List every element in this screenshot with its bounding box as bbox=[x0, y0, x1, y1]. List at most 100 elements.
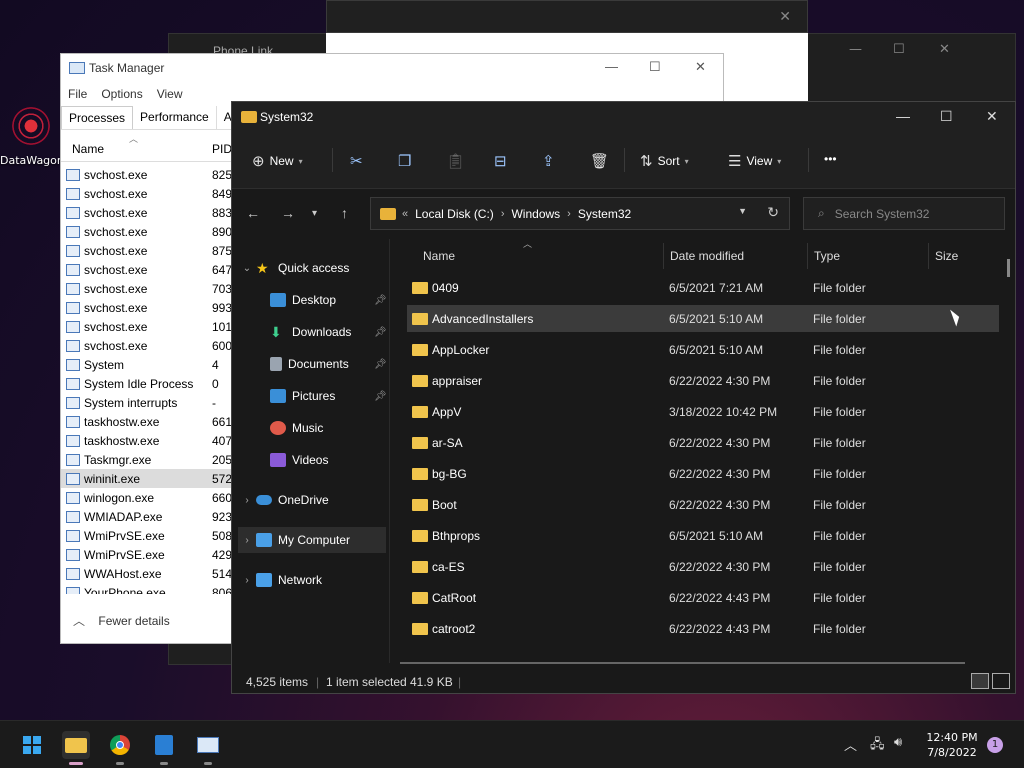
file-row[interactable]: AdvancedInstallers 6/5/2021 5:10 AM File f… bbox=[407, 305, 999, 332]
sort-button[interactable]: ⇅ Sort ▾ bbox=[640, 152, 689, 170]
process-row[interactable]: WMIADAP.exe 923 bbox=[61, 507, 235, 526]
column-divider[interactable] bbox=[928, 243, 929, 269]
tab-processes[interactable]: Processes bbox=[61, 106, 134, 129]
nav-music[interactable]: Music bbox=[270, 415, 388, 441]
process-row[interactable]: YourPhone.exe 806 bbox=[61, 583, 235, 594]
nav-quick-access[interactable]: ⌄ ★ Quick access bbox=[238, 255, 388, 281]
menu-file[interactable]: File bbox=[68, 87, 87, 101]
process-row[interactable]: taskhostw.exe 661 bbox=[61, 412, 235, 431]
column-divider[interactable] bbox=[807, 243, 808, 269]
column-name[interactable]: Name bbox=[423, 249, 455, 263]
view-button[interactable]: ☰ View ▾ bbox=[728, 152, 781, 170]
fewer-details-button[interactable]: ︿ Fewer details bbox=[73, 612, 170, 629]
minimize-icon[interactable]: — bbox=[849, 42, 862, 57]
close-icon[interactable]: ✕ bbox=[779, 9, 791, 25]
pin-icon[interactable]: 📌︎ bbox=[374, 327, 387, 338]
desktop-icon-datawagon[interactable]: DataWagon bbox=[0, 104, 64, 174]
file-row[interactable]: CatRoot 6/22/2022 4:43 PM File folder bbox=[407, 584, 999, 611]
process-row[interactable]: svchost.exe 890 bbox=[61, 222, 235, 241]
file-row[interactable]: Bthprops 6/5/2021 5:10 AM File folder bbox=[407, 522, 999, 549]
menu-options[interactable]: Options bbox=[101, 87, 142, 101]
pin-icon[interactable]: 📌︎ bbox=[374, 295, 387, 306]
tab-performance[interactable]: Performance bbox=[133, 106, 217, 129]
background-window-titlebar[interactable]: ✕ bbox=[326, 0, 808, 33]
process-row[interactable]: wininit.exe 572 bbox=[61, 469, 235, 488]
file-row[interactable]: AppV 3/18/2022 10:42 PM File folder bbox=[407, 398, 999, 425]
breadcrumb-local-disk[interactable]: Local Disk (C:) bbox=[415, 207, 494, 221]
cut-button[interactable]: ✂ bbox=[350, 152, 363, 170]
process-row[interactable]: svchost.exe 647 bbox=[61, 260, 235, 279]
rename-button[interactable]: ⊟ bbox=[494, 152, 507, 170]
file-row[interactable]: ar-SA 6/22/2022 4:30 PM File folder bbox=[407, 429, 999, 456]
delete-button[interactable]: 🗑︎ bbox=[590, 152, 609, 170]
overflow-icon[interactable]: « bbox=[402, 208, 408, 220]
pin-icon[interactable]: 📌︎ bbox=[374, 359, 387, 370]
network-status-icon[interactable]: 🖧︎ bbox=[870, 735, 885, 757]
process-row[interactable]: svchost.exe 600 bbox=[61, 336, 235, 355]
nav-pictures[interactable]: Pictures 📌︎ bbox=[270, 383, 388, 409]
notification-badge[interactable]: 1 bbox=[987, 737, 1003, 753]
file-row[interactable]: appraiser 6/22/2022 4:30 PM File folder bbox=[407, 367, 999, 394]
close-icon[interactable]: ✕ bbox=[986, 108, 998, 125]
nav-videos[interactable]: Videos bbox=[270, 447, 388, 473]
process-row[interactable]: svchost.exe 703 bbox=[61, 279, 235, 298]
vertical-scrollbar[interactable] bbox=[1007, 259, 1010, 277]
share-button[interactable]: ⇪ bbox=[542, 152, 555, 170]
process-row[interactable]: System 4 bbox=[61, 355, 235, 374]
search-box[interactable]: ⌕ Search System32 bbox=[803, 197, 1005, 230]
nav-downloads[interactable]: ⬇ Downloads 📌︎ bbox=[270, 319, 388, 345]
file-row[interactable]: 0409 6/5/2021 7:21 AM File folder bbox=[407, 274, 999, 301]
process-row[interactable]: WmiPrvSE.exe 508 bbox=[61, 526, 235, 545]
start-button[interactable] bbox=[18, 731, 46, 759]
pin-icon[interactable]: 📌︎ bbox=[374, 391, 387, 402]
clock[interactable]: 12:40 PM 7/8/2022 bbox=[922, 730, 982, 760]
close-icon[interactable]: ✕ bbox=[939, 42, 950, 57]
file-row[interactable]: AppLocker 6/5/2021 5:10 AM File folder bbox=[407, 336, 999, 363]
process-row[interactable]: winlogon.exe 660 bbox=[61, 488, 235, 507]
explorer-titlebar[interactable]: System32 — ☐ ✕ bbox=[232, 102, 1015, 132]
task-manager-titlebar[interactable]: Task Manager — ☐ ✕ bbox=[61, 54, 723, 82]
recent-locations-icon[interactable]: ▾ bbox=[312, 208, 317, 219]
taskbar-task-manager[interactable] bbox=[194, 731, 222, 765]
nav-desktop[interactable]: Desktop 📌︎ bbox=[270, 287, 388, 313]
file-row[interactable]: ca-ES 6/22/2022 4:30 PM File folder bbox=[407, 553, 999, 580]
maximize-icon[interactable]: ☐ bbox=[940, 108, 953, 125]
nav-my-computer[interactable]: › My Computer bbox=[238, 527, 386, 553]
process-row[interactable]: System Idle Process 0 bbox=[61, 374, 235, 393]
process-row[interactable]: Taskmgr.exe 205 bbox=[61, 450, 235, 469]
process-row[interactable]: svchost.exe 849 bbox=[61, 184, 235, 203]
up-arrow-icon[interactable]: ↑ bbox=[341, 205, 348, 221]
paste-button[interactable]: 📋︎ bbox=[446, 152, 465, 170]
tiles-view-button[interactable] bbox=[992, 673, 1010, 689]
minimize-icon[interactable]: — bbox=[896, 108, 910, 124]
column-pid[interactable]: PID bbox=[212, 142, 232, 156]
horizontal-scrollbar[interactable] bbox=[400, 662, 965, 664]
column-type[interactable]: Type bbox=[814, 249, 840, 263]
forward-arrow-icon[interactable]: → bbox=[281, 205, 295, 221]
refresh-icon[interactable]: ↻ bbox=[767, 204, 779, 221]
process-row[interactable]: svchost.exe 101 bbox=[61, 317, 235, 336]
file-row[interactable]: catroot2 6/22/2022 4:43 PM File folder bbox=[407, 615, 999, 642]
nav-network[interactable]: › Network bbox=[238, 567, 388, 593]
file-explorer-window[interactable]: System32 — ☐ ✕ ⊕ New ▾ ✂ ❐ 📋︎ ⊟ ⇪ 🗑︎ ⇅ S… bbox=[231, 101, 1016, 694]
close-icon[interactable]: ✕ bbox=[695, 59, 706, 75]
minimize-icon[interactable]: — bbox=[605, 59, 618, 74]
maximize-icon[interactable]: ☐ bbox=[649, 59, 661, 75]
process-row[interactable]: WWAHost.exe 514 bbox=[61, 564, 235, 583]
nav-onedrive[interactable]: › OneDrive bbox=[238, 487, 388, 513]
process-row[interactable]: svchost.exe 993 bbox=[61, 298, 235, 317]
back-arrow-icon[interactable]: ← bbox=[246, 205, 260, 221]
process-row[interactable]: WmiPrvSE.exe 429 bbox=[61, 545, 235, 564]
process-row[interactable]: svchost.exe 883 bbox=[61, 203, 235, 222]
process-row[interactable]: svchost.exe 875 bbox=[61, 241, 235, 260]
breadcrumb-windows[interactable]: Windows bbox=[511, 207, 560, 221]
taskbar-file-explorer[interactable] bbox=[62, 731, 90, 765]
file-row[interactable]: bg-BG 6/22/2022 4:30 PM File folder bbox=[407, 460, 999, 487]
more-options-button[interactable]: ••• bbox=[824, 152, 837, 166]
copy-button[interactable]: ❐ bbox=[398, 152, 411, 170]
column-name[interactable]: Name bbox=[72, 142, 104, 156]
taskbar-phone-link[interactable] bbox=[150, 731, 178, 765]
column-divider[interactable] bbox=[663, 243, 664, 269]
address-bar[interactable]: « Local Disk (C:) › Windows › System32 ▼… bbox=[370, 197, 790, 230]
details-view-button[interactable] bbox=[971, 673, 989, 689]
